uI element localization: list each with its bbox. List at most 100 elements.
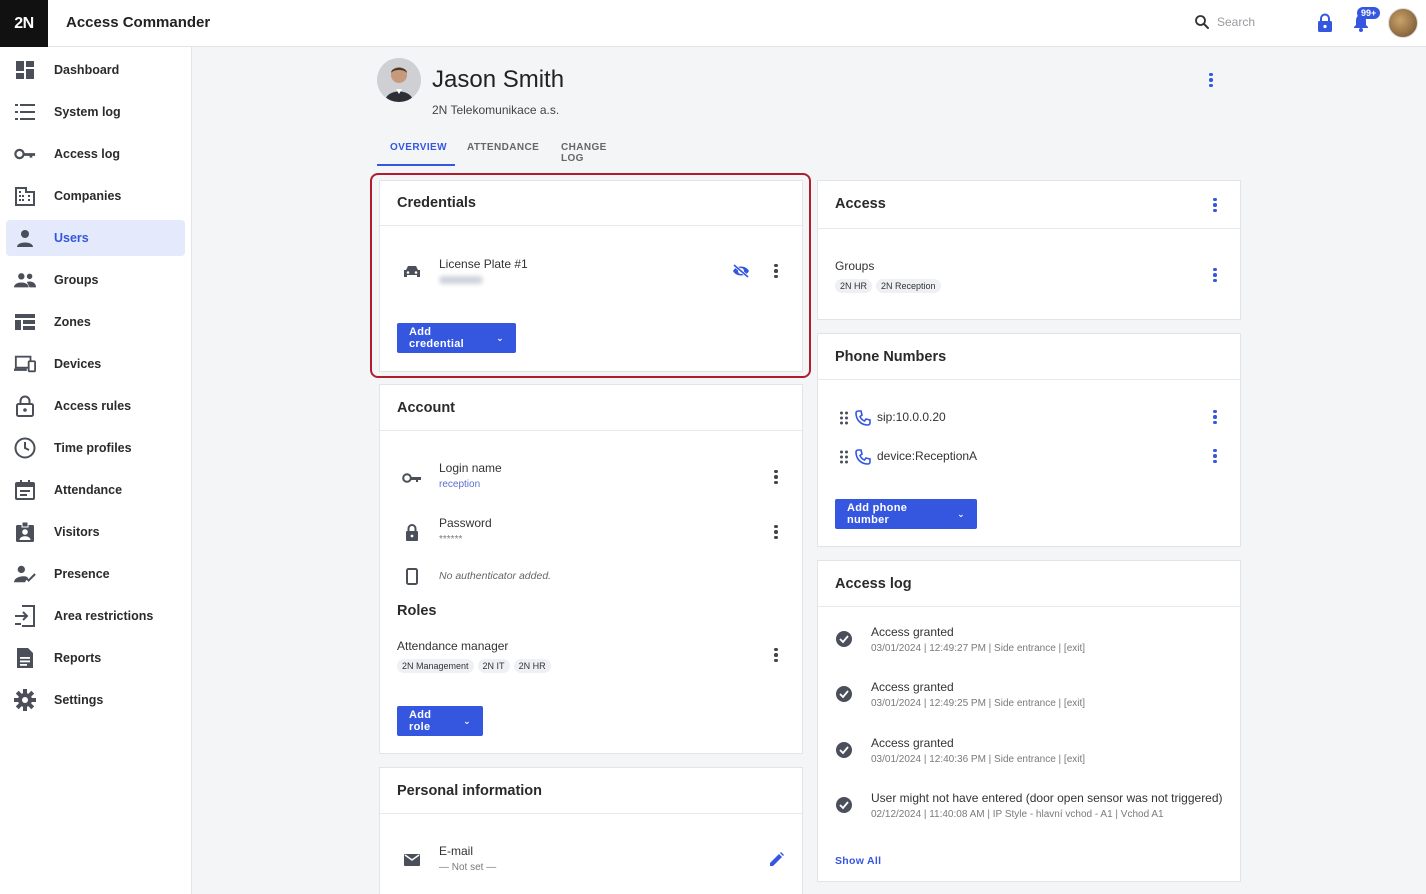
card-title: Account [397,400,455,416]
sidebar-item-visitors[interactable]: Visitors [6,514,185,550]
log-entry-detail: 02/12/2024 | 11:40:08 AM | IP Style - hl… [871,809,1164,820]
button-label: Add role [409,709,432,733]
groups-menu-button[interactable] [1207,265,1223,285]
brand-logo[interactable]: 2N [0,0,48,47]
sidebar-item-label: Reports [54,651,102,665]
sidebar-item-zones[interactable]: Zones [6,304,185,340]
sidebar-item-attendance[interactable]: Attendance [6,472,185,508]
sidebar-item-label: Dashboard [54,63,120,77]
email-value: — Not set — [439,862,497,873]
check-circle-icon [836,631,852,647]
sidebar-item-area-restrictions[interactable]: Area restrictions [6,598,185,634]
sidebar-item-label: Groups [54,273,99,287]
tab-overview[interactable]: OVERVIEW [390,142,447,153]
sidebar-item-label: Time profiles [54,441,132,455]
password-menu-button[interactable] [768,522,784,542]
sidebar-item-label: Devices [54,357,102,371]
log-entry-detail: 03/01/2024 | 12:49:27 PM | Side entrance… [871,643,1086,654]
phone-number-menu-button[interactable] [1207,407,1223,427]
sidebar-item-presence[interactable]: Presence [6,556,185,592]
check-circle-icon [836,742,852,758]
sidebar-item-label: Zones [54,315,91,329]
building-icon [14,185,36,207]
sidebar-item-companies[interactable]: Companies [6,178,185,214]
sidebar-item-groups[interactable]: Groups [6,262,185,298]
sidebar-item-users[interactable]: Users [6,220,185,256]
drag-handle-icon[interactable] [839,450,849,464]
show-all-link[interactable]: Show All [835,855,881,867]
sidebar-item-label: Attendance [54,483,123,497]
button-label: Add phone number [847,502,908,526]
sidebar-item-time-profiles[interactable]: Time profiles [6,430,185,466]
list-icon [14,101,36,123]
login-name-menu-button[interactable] [768,467,784,487]
add-role-button[interactable]: Add role ⌄ [397,706,483,736]
log-entry-title: Access granted [871,736,954,750]
sidebar-item-settings[interactable]: Settings [6,682,185,718]
top-bar: 2N Access Commander Search 99+ [0,0,1426,47]
devices-icon [14,353,36,375]
phone-device-icon [406,568,418,585]
edit-pencil-icon[interactable] [769,852,784,867]
access-menu-button[interactable] [1207,195,1223,215]
sidebar-item-label: Visitors [54,525,100,539]
role-chip: 2N Management [397,659,474,673]
personal-information-card: Personal information E-mail — Not set — [379,767,803,894]
tab-change-log[interactable]: CHANGE LOG [561,142,607,164]
sidebar-item-label: Access rules [54,399,132,413]
sidebar-item-label: Area restrictions [54,609,154,623]
access-card: Access Groups 2N HR 2N Reception [817,180,1241,320]
chevron-down-icon: ⌄ [957,508,965,519]
zones-icon [14,311,36,333]
current-user-avatar[interactable] [1388,8,1418,38]
lock-icon[interactable] [1316,13,1334,33]
lock-icon [406,524,418,541]
profile-avatar [377,58,421,102]
add-phone-number-button[interactable]: Add phone number ⌄ [835,499,977,529]
chevron-down-icon: ⌄ [463,715,471,726]
sidebar-item-dashboard[interactable]: Dashboard [6,52,185,88]
area-icon [14,605,36,627]
report-icon [14,647,36,669]
sidebar-item-devices[interactable]: Devices [6,346,185,382]
gear-icon [14,689,36,711]
card-title: Phone Numbers [835,349,947,365]
role-chips: 2N Management 2N IT 2N HR [397,656,555,674]
log-entry-title: Access granted [871,680,954,694]
phone-number-menu-button[interactable] [1207,446,1223,466]
drag-handle-icon[interactable] [839,411,849,425]
check-circle-icon [836,797,852,813]
profile-menu-button[interactable] [1203,70,1219,90]
sidebar-item-label: Companies [54,189,122,203]
role-chip: 2N IT [477,659,510,673]
group-chips: 2N HR 2N Reception [835,276,945,294]
phone-number-value: sip:10.0.0.20 [877,410,946,424]
log-entry-detail: 03/01/2024 | 12:40:36 PM | Side entrance… [871,754,1086,765]
sidebar-item-reports[interactable]: Reports [6,640,185,676]
phone-numbers-card: Phone Numbers sip:10.0.0.20 device:Recep… [817,333,1241,547]
lock-icon [14,395,36,417]
key-icon [14,143,36,165]
sidebar-item-label: System log [54,105,121,119]
notifications-badge: 99+ [1357,7,1381,19]
sidebar-item-access-log[interactable]: Access log [6,136,185,172]
card-title: Personal information [397,783,543,799]
sidebar-item-system-log[interactable]: System log [6,94,185,130]
credentials-highlight-frame [370,173,811,378]
authenticator-empty-text: No authenticator added. [439,570,552,582]
password-value: ****** [439,534,463,545]
role-menu-button[interactable] [768,645,784,665]
email-label: E-mail [439,844,474,858]
sidebar-item-access-rules[interactable]: Access rules [6,388,185,424]
sidebar-item-label: Access log [54,147,121,161]
log-entry-title: Access granted [871,625,954,639]
tab-attendance[interactable]: ATTENDANCE [467,142,539,153]
presence-icon [14,563,36,585]
profile-name: Jason Smith [432,66,565,93]
visitor-badge-icon [14,521,36,543]
search-box[interactable]: Search [1193,13,1255,31]
dashboard-icon [14,59,36,81]
search-input[interactable]: Search [1217,15,1255,29]
card-header: Account [380,385,802,431]
groups-icon [14,269,36,291]
